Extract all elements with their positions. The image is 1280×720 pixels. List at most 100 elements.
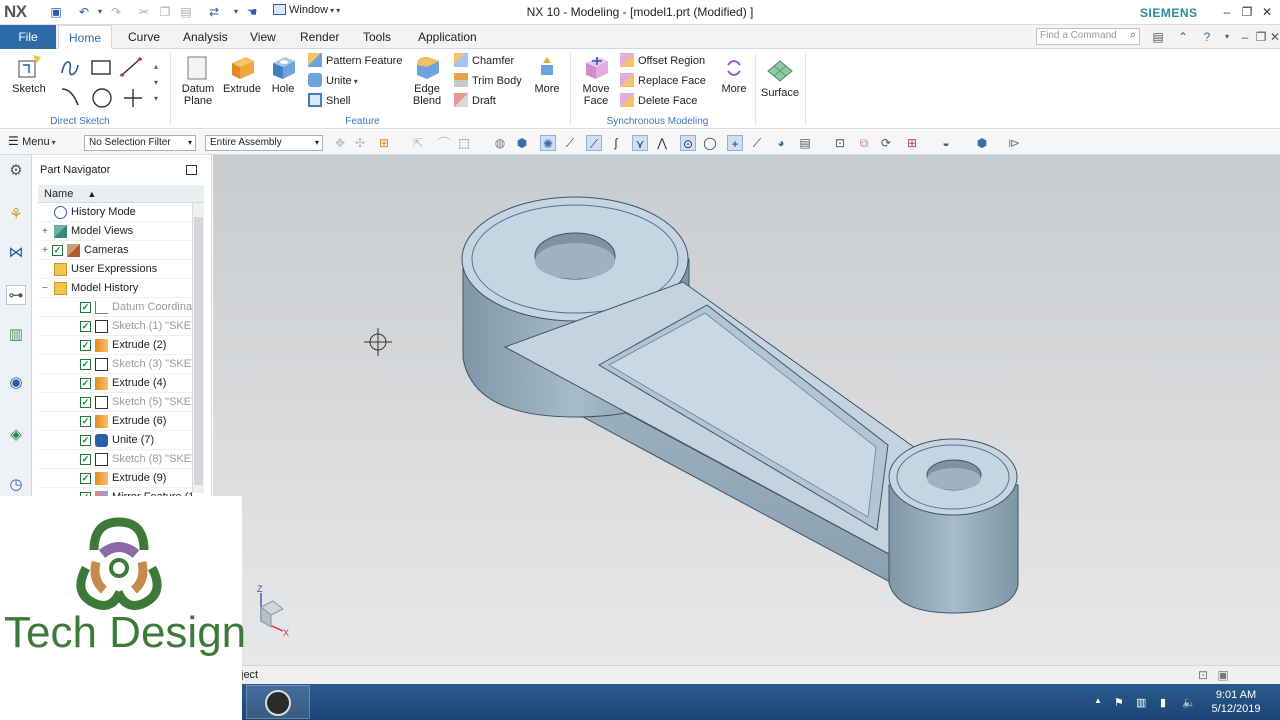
existing-point-icon[interactable]: + — [727, 135, 743, 151]
undo-icon[interactable]: ↶ — [76, 4, 92, 20]
tree-row[interactable]: − Model History — [38, 279, 192, 298]
sketch-button[interactable]: Sketch — [10, 53, 48, 95]
tab-analysis[interactable]: Analysis — [173, 25, 238, 49]
power-icon[interactable]: ▮ — [1160, 696, 1166, 709]
checkbox[interactable]: ✓ — [80, 435, 91, 446]
snap-point-icon[interactable]: ✺ — [540, 135, 556, 151]
repeat-dropdown-icon[interactable]: ▾ — [228, 4, 244, 20]
point-on-face-icon[interactable]: ◕ — [773, 135, 789, 151]
delete-face-button[interactable]: Delete Face — [620, 92, 697, 110]
repeat-command-icon[interactable]: ⇄ — [206, 4, 222, 20]
tree-row[interactable]: ✓ Extrude (9) — [38, 469, 192, 488]
hole-button[interactable]: Hole — [266, 53, 300, 95]
restore-icon[interactable]: ❐ — [1238, 3, 1256, 21]
tree-row[interactable]: ✓ Extrude (6) — [38, 412, 192, 431]
status-window-icon[interactable]: ▣ — [1215, 667, 1231, 683]
pattern-feature-button[interactable]: Pattern Feature — [308, 52, 402, 70]
collapse-ribbon-icon[interactable]: ⌃ — [1175, 29, 1191, 45]
edit-section-icon[interactable]: ⧐ — [1006, 135, 1022, 151]
tree-row[interactable]: ✓ Datum Coordina — [38, 298, 192, 317]
select-icon[interactable]: ✣ — [352, 135, 368, 151]
expand-toggle-icon[interactable]: + — [42, 222, 51, 240]
move-face-button[interactable]: Move Face — [576, 53, 616, 107]
tree-row[interactable]: User Expressions — [38, 260, 192, 279]
bounded-grid-icon[interactable]: ▤ — [797, 135, 813, 151]
fit-view-icon[interactable]: ⊡ — [832, 135, 848, 151]
tray-expand-icon[interactable]: ▲ — [1094, 696, 1102, 705]
close-icon[interactable]: ✕ — [1258, 3, 1276, 21]
extrude-button[interactable]: Extrude — [221, 53, 263, 95]
paste-icon[interactable]: ▤ — [178, 4, 194, 20]
tree-row[interactable]: ✓ Sketch (5) "SKET — [38, 393, 192, 412]
point-on-curve-icon[interactable]: ⟋ — [749, 135, 765, 151]
tree-row[interactable]: + ✓ Cameras — [38, 241, 192, 260]
view-triad[interactable]: Z X — [249, 583, 291, 637]
datum-plane-button[interactable]: Datum Plane — [177, 53, 219, 107]
undo-dropdown-icon[interactable]: ▾ — [92, 4, 108, 20]
orient-view-icon[interactable]: ⊞ — [904, 135, 920, 151]
touch-mode-icon[interactable]: ☚ — [244, 4, 260, 20]
close-icon[interactable]: ✕ — [1267, 29, 1280, 45]
tree-row[interactable]: + Model Views — [38, 222, 192, 241]
full-screen-icon[interactable]: ⊡ — [1195, 667, 1211, 683]
navigator-scrollbar[interactable] — [192, 203, 204, 493]
checkbox[interactable]: ✓ — [80, 473, 91, 484]
checkbox[interactable]: ✓ — [80, 340, 91, 351]
network-icon[interactable]: ▥ — [1136, 696, 1146, 709]
general-selection-icon[interactable]: ⊞ — [376, 135, 392, 151]
copy-icon[interactable]: ❐ — [157, 4, 173, 20]
part-navigator-icon[interactable]: ⊶ — [6, 285, 26, 305]
end-point-icon[interactable]: ⟋ — [562, 135, 578, 151]
assembly-scope-select[interactable]: Entire Assembly ▾ — [205, 135, 323, 151]
column-header-name[interactable]: Name ▲ — [38, 185, 204, 203]
constraint-navigator-icon[interactable]: ⋈ — [6, 243, 26, 263]
pick-point-icon[interactable]: ⇱ — [410, 135, 426, 151]
cut-icon[interactable]: ✂ — [136, 4, 152, 20]
lasso-icon[interactable]: ⌒ — [436, 135, 452, 151]
part-model[interactable] — [213, 155, 1280, 665]
selection-filter-select[interactable]: No Selection Filter ▾ — [84, 135, 196, 151]
file-tab[interactable]: File — [0, 25, 56, 49]
save-icon[interactable]: ▣ — [48, 4, 64, 20]
rectangle-select-icon[interactable]: ⬚ — [456, 135, 472, 151]
checkbox[interactable]: ✓ — [80, 416, 91, 427]
tab-application[interactable]: Application — [408, 25, 487, 49]
tree-row[interactable]: ✓ Sketch (8) "SKET — [38, 450, 192, 469]
assembly-navigator-icon[interactable]: ⚘ — [6, 205, 26, 225]
taskbar-clock[interactable]: 9:01 AM 5/12/2019 — [1204, 688, 1268, 716]
tree-row[interactable]: ✓ Extrude (4) — [38, 374, 192, 393]
tab-home[interactable]: Home — [58, 25, 113, 49]
arc-center-icon[interactable]: ⋀ — [654, 135, 670, 151]
intersection-icon[interactable]: ⋎ — [632, 135, 648, 151]
feature-more-button[interactable]: More — [530, 53, 564, 95]
checkbox[interactable]: ✓ — [52, 245, 63, 256]
chamfer-button[interactable]: Chamfer — [454, 52, 514, 70]
volume-icon[interactable]: 🔈 — [1182, 696, 1196, 709]
scrollbar-thumb[interactable] — [194, 217, 203, 485]
minimize-icon[interactable]: – — [1218, 3, 1236, 21]
redo-icon[interactable]: ↷ — [108, 4, 124, 20]
menu-button[interactable]: ☰ Menu ▾ — [8, 134, 56, 148]
help-icon[interactable]: ? — [1199, 29, 1215, 45]
trim-body-button[interactable]: Trim Body — [454, 72, 522, 90]
edge-blend-button[interactable]: Edge Blend — [406, 53, 448, 107]
window-icon[interactable]: ▤ — [1150, 29, 1166, 45]
snap-icon[interactable]: ✥ — [332, 135, 348, 151]
clock-icon[interactable]: ◷ — [6, 475, 26, 495]
rotate-icon[interactable]: ⟳ — [878, 135, 894, 151]
minimize-icon[interactable]: – — [1237, 29, 1253, 45]
checkbox[interactable]: ✓ — [80, 454, 91, 465]
synchronous-more-button[interactable]: More — [717, 53, 751, 95]
tree-row[interactable]: ✓ Unite (7) — [38, 431, 192, 450]
shell-button[interactable]: Shell — [308, 92, 350, 110]
graphics-window[interactable]: Z X — [213, 155, 1280, 665]
tree-row[interactable]: ✓ Sketch (3) "SKET — [38, 355, 192, 374]
action-center-icon[interactable]: ⚑ — [1114, 696, 1124, 709]
find-command-input[interactable]: Find a Command ⌕ — [1036, 28, 1140, 45]
taskbar-app-button[interactable] — [246, 685, 310, 719]
checkbox[interactable]: ✓ — [80, 321, 91, 332]
chevron-down-icon[interactable]: ▾ — [1219, 29, 1235, 45]
close-panel-icon[interactable] — [186, 165, 197, 175]
offset-region-button[interactable]: Offset Region — [620, 52, 705, 70]
window-menu[interactable]: Window ▾ ▾ — [273, 4, 340, 20]
